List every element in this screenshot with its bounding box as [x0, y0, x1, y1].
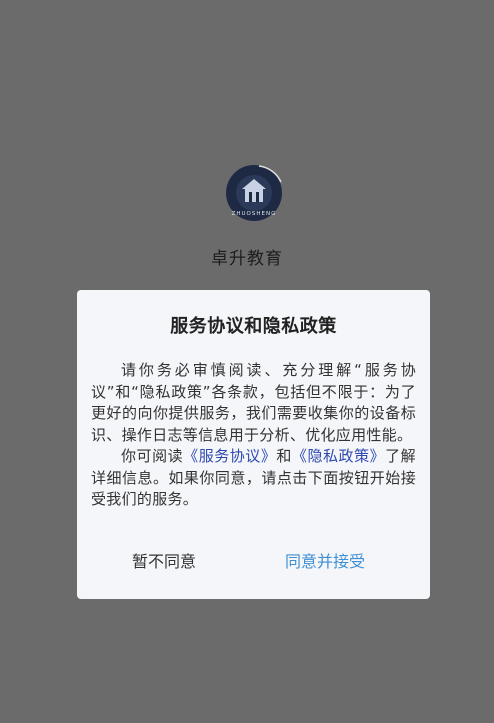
app-logo-icon: ZHUOSHENG [223, 162, 285, 224]
paragraph-2-and: 和 [276, 447, 292, 465]
screen-background: ZHUOSHENG 卓升教育 服务协议和隐私政策 请你务必审慎阅读、充分理解“服… [0, 0, 494, 723]
dialog-button-row: 暂不同意 同意并接受 [77, 548, 430, 574]
dialog-paragraph-1: 请你务必审慎阅读、充分理解“服务协议”和“隐私政策”各条款，包括但不限于：为了更… [91, 361, 416, 444]
paragraph-2-prefix: 你可阅读 [121, 447, 184, 465]
service-agreement-link[interactable]: 《服务协议》 [183, 447, 276, 465]
privacy-dialog: 服务协议和隐私政策 请你务必审慎阅读、充分理解“服务协议”和“隐私政策”各条款，… [77, 290, 430, 599]
app-name: 卓升教育 [211, 249, 283, 269]
dialog-title: 服务协议和隐私政策 [170, 316, 337, 337]
accept-button[interactable]: 同意并接受 [285, 548, 365, 572]
svg-text:ZHUOSHENG: ZHUOSHENG [232, 211, 277, 217]
privacy-policy-link[interactable]: 《隐私政策》 [292, 447, 385, 465]
dialog-paragraph-2: 你可阅读《服务协议》和《隐私政策》了解详细信息。如果你同意，请点击下面按钮开始接… [91, 446, 416, 511]
decline-button[interactable]: 暂不同意 [132, 548, 196, 572]
dialog-body: 请你务必审慎阅读、充分理解“服务协议”和“隐私政策”各条款，包括但不限于：为了更… [91, 360, 416, 511]
